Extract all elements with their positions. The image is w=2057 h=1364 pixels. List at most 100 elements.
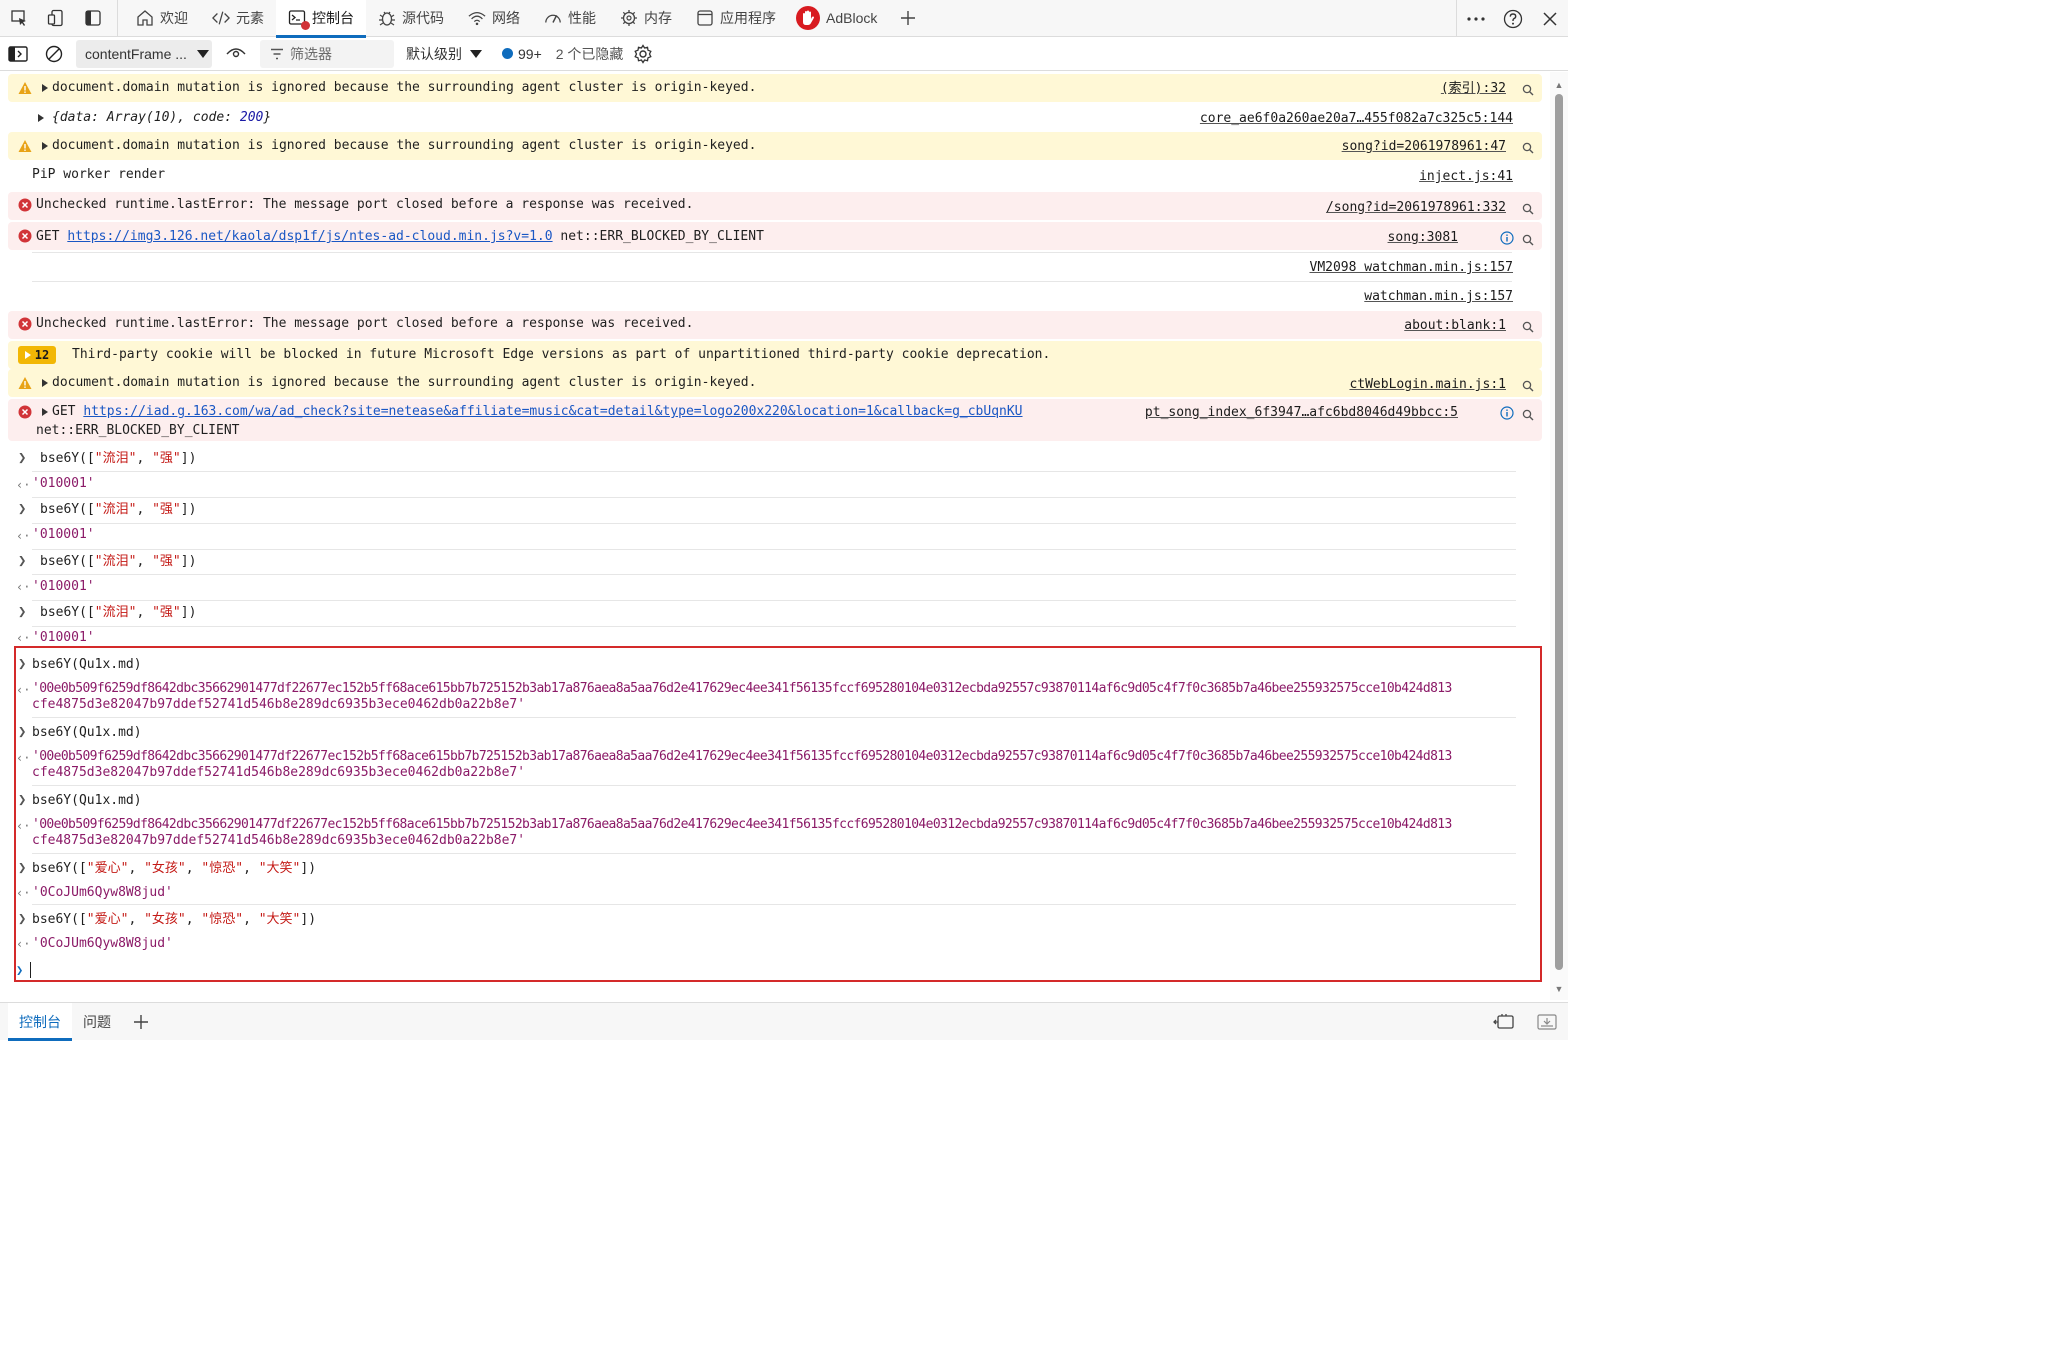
magnify-icon[interactable]: [1522, 203, 1534, 215]
drawer-tab-issues[interactable]: 问题: [72, 1003, 122, 1041]
magnify-icon[interactable]: [1522, 84, 1534, 96]
source-link[interactable]: inject.js:41: [1419, 169, 1513, 185]
request-url-link[interactable]: https://iad.g.163.com/wa/ad_check?site=n…: [83, 404, 1022, 419]
repl-command[interactable]: ❯ bse6Y(["流泪", "强"]): [0, 601, 1550, 627]
dock-to-side-icon[interactable]: [1482, 1003, 1526, 1041]
console-settings-gear-icon[interactable]: [625, 37, 661, 71]
chevron-down-icon: [470, 49, 482, 58]
issue-message[interactable]: 12 Third-party cookie will be blocked in…: [8, 341, 1542, 369]
issue-count-badge[interactable]: 12: [18, 346, 56, 364]
tab-adblock[interactable]: AdBlock: [788, 0, 889, 37]
info-icon[interactable]: [1500, 231, 1514, 245]
magnify-icon[interactable]: [1522, 234, 1534, 246]
minimize-drawer-icon[interactable]: [1526, 1003, 1568, 1041]
close-icon[interactable]: [1531, 0, 1568, 37]
devtools-tab-bar: 欢迎 元素 控制台 源代码 网络 性能 内存 应用程序 AdBlock: [0, 0, 1568, 38]
source-link[interactable]: about:blank:1: [1404, 318, 1506, 334]
repl-command[interactable]: ❯ bse6Y(["流泪", "强"]): [0, 447, 1550, 472]
divider: [32, 281, 1512, 282]
return-arrow-icon: ‹·: [16, 819, 31, 833]
message-count-badge[interactable]: 99+: [502, 46, 542, 62]
console-warning[interactable]: document.domain mutation is ignored beca…: [8, 132, 1542, 160]
magnify-icon[interactable]: [1522, 321, 1534, 333]
expand-arrow-icon[interactable]: [42, 142, 48, 150]
chevron-right-icon: ❯: [18, 860, 27, 876]
tab-sources[interactable]: 源代码: [366, 0, 456, 37]
magnify-icon[interactable]: [1522, 409, 1534, 421]
source-link[interactable]: song?id=2061978961:47: [1342, 139, 1506, 155]
info-icon[interactable]: [1500, 406, 1514, 420]
device-emulation-icon[interactable]: [37, 0, 74, 37]
source-link[interactable]: /song?id=2061978961:332: [1326, 200, 1506, 216]
context-selector-value: contentFrame ...: [85, 45, 187, 62]
console-warning[interactable]: document.domain mutation is ignored beca…: [8, 74, 1542, 102]
magnify-icon[interactable]: [1522, 142, 1534, 154]
scrollbar-thumb[interactable]: [1555, 94, 1563, 970]
drawer-tab-console[interactable]: 控制台: [8, 1002, 72, 1041]
toggle-sidebar-icon[interactable]: [74, 0, 111, 37]
live-expression-eye-icon[interactable]: [218, 37, 254, 71]
source-link[interactable]: core_ae6f0a260ae20a7…455f082a7c325c5:144: [1200, 111, 1513, 127]
log-level-selector[interactable]: 默认级别: [406, 44, 482, 64]
console-error[interactable]: Unchecked runtime.lastError: The message…: [8, 311, 1542, 339]
console-message-text: document.domain mutation is ignored beca…: [52, 375, 757, 390]
divider: [32, 252, 1512, 253]
request-url-link[interactable]: https://img3.126.net/kaola/dsp1f/js/ntes…: [67, 229, 552, 244]
error-icon: [18, 317, 32, 331]
repl-command[interactable]: ❯ bse6Y(Qu1x.md): [0, 654, 1550, 678]
tab-console[interactable]: 控制台: [276, 0, 366, 38]
repl-result-hash-line2: cfe4875d3e82047b97ddef52741d546b8e289dc6…: [32, 765, 526, 780]
expand-arrow-icon[interactable]: [42, 379, 48, 387]
help-icon[interactable]: [1494, 0, 1531, 37]
clear-console-icon[interactable]: [36, 37, 72, 71]
console-log[interactable]: {data: Array(10), code: 200} core_ae6f0a…: [4, 104, 1546, 132]
source-link[interactable]: pt_song_index_6f3947…afc6bd8046d49bbcc:5: [1145, 405, 1458, 421]
expand-arrow-icon[interactable]: [42, 408, 48, 416]
repl-command-text: bse6Y(["爱心", "女孩", "惊恐", "大笑"]): [32, 861, 317, 876]
call-end: ]): [180, 502, 197, 517]
expand-arrow-icon[interactable]: [42, 84, 48, 92]
tab-elements[interactable]: 元素: [200, 0, 276, 37]
repl-command[interactable]: ❯ bse6Y(["爱心", "女孩", "惊恐", "大笑"]): [0, 909, 1550, 933]
repl-command[interactable]: ❯ bse6Y(Qu1x.md): [0, 790, 1550, 814]
tab-performance[interactable]: 性能: [532, 0, 608, 37]
scroll-down-arrow-icon[interactable]: ▼: [1554, 984, 1564, 994]
console-error[interactable]: Unchecked runtime.lastError: The message…: [8, 192, 1542, 220]
magnify-icon[interactable]: [1522, 380, 1534, 392]
return-arrow-icon: ‹·: [16, 580, 31, 594]
console-scrollbar[interactable]: ▲ ▼: [1550, 72, 1568, 1000]
call-end: ]): [180, 605, 197, 620]
console-prompt-input[interactable]: ❯: [0, 960, 1550, 980]
more-options-icon[interactable]: [1457, 0, 1494, 37]
repl-command[interactable]: ❯ bse6Y(["流泪", "强"]): [0, 498, 1550, 524]
tab-application[interactable]: 应用程序: [684, 0, 788, 37]
context-selector[interactable]: contentFrame ...: [76, 39, 212, 68]
add-tab-icon[interactable]: [889, 0, 926, 37]
repl-command[interactable]: ❯ bse6Y(["流泪", "强"]): [0, 550, 1550, 575]
console-error[interactable]: GET https://iad.g.163.com/wa/ad_check?si…: [8, 399, 1542, 441]
repl-result: ‹· '0CoJUm6Qyw8W8jud': [0, 933, 1550, 957]
console-error[interactable]: GET https://img3.126.net/kaola/dsp1f/js/…: [8, 222, 1542, 250]
source-link[interactable]: ctWebLogin.main.js:1: [1349, 377, 1506, 393]
repl-command[interactable]: ❯ bse6Y(Qu1x.md): [0, 722, 1550, 746]
tab-welcome[interactable]: 欢迎: [124, 0, 200, 37]
repl-command[interactable]: ❯ bse6Y(["爱心", "女孩", "惊恐", "大笑"]): [0, 858, 1550, 882]
return-arrow-icon: ‹·: [16, 631, 31, 645]
inspect-element-icon[interactable]: [0, 0, 37, 37]
filter-input[interactable]: 筛选器: [260, 39, 394, 68]
source-link[interactable]: song:3081: [1388, 230, 1458, 246]
expand-arrow-icon[interactable]: [38, 114, 44, 122]
scroll-up-arrow-icon[interactable]: ▲: [1554, 80, 1564, 90]
console-warning[interactable]: document.domain mutation is ignored beca…: [8, 369, 1542, 397]
source-link[interactable]: (索引):32: [1441, 81, 1506, 97]
console-log[interactable]: PiP worker render inject.js:41: [4, 162, 1546, 190]
play-icon: [24, 351, 31, 359]
show-sidebar-icon[interactable]: [0, 37, 36, 71]
source-link[interactable]: watchman.min.js:157: [1364, 289, 1513, 305]
console-output[interactable]: document.domain mutation is ignored beca…: [0, 72, 1550, 1000]
source-link[interactable]: VM2098 watchman.min.js:157: [1310, 260, 1514, 276]
drawer-add-tab-icon[interactable]: [122, 1003, 160, 1041]
tab-network[interactable]: 网络: [456, 0, 532, 37]
tab-memory[interactable]: 内存: [608, 0, 684, 37]
error-indicator-icon: [301, 21, 310, 30]
